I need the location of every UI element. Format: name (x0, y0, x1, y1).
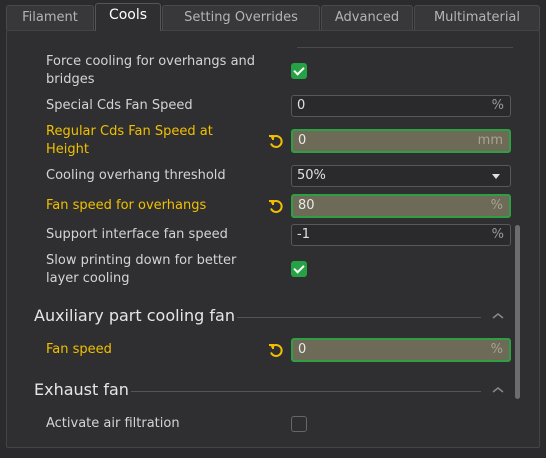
reset-icon[interactable] (267, 132, 285, 150)
fan-speed-overhangs-input[interactable]: 80 % (291, 194, 511, 218)
tab-cools[interactable]: Cools (95, 3, 161, 31)
aux-fan-speed-input[interactable]: 0 % (291, 338, 511, 362)
support-interface-value: -1 (297, 227, 310, 242)
settings-panel: Force cooling for overhangs and bridges … (6, 30, 540, 448)
fan-speed-overhangs-unit: % (490, 198, 503, 213)
special-cds-value: 0 (297, 98, 306, 113)
overhang-threshold-value: 50% (297, 168, 326, 183)
regular-cds-value: 0 (298, 133, 307, 148)
section-divider (237, 317, 481, 318)
divider (297, 47, 513, 48)
aux-fan-speed-value: 0 (298, 342, 307, 357)
support-interface-label: Support interface fan speed (46, 227, 228, 242)
regular-cds-label-line1: Regular Cds Fan Speed at (46, 124, 213, 139)
support-interface-unit: % (491, 227, 504, 242)
regular-cds-input[interactable]: 0 mm (291, 129, 511, 153)
special-cds-unit: % (491, 98, 504, 113)
aux-fan-section-title: Auxiliary part cooling fan (34, 306, 235, 325)
regular-cds-label-line2: Height (46, 142, 89, 157)
regular-cds-label: Regular Cds Fan Speed at Height (46, 123, 213, 159)
tab-filament[interactable]: Filament (6, 5, 94, 30)
tab-multimaterial[interactable]: Multimaterial (414, 5, 540, 30)
force-cooling-checkbox[interactable] (291, 63, 307, 79)
regular-cds-unit: mm (477, 133, 503, 148)
tab-advanced[interactable]: Advanced (321, 5, 413, 30)
slow-printing-checkbox[interactable] (291, 261, 307, 277)
section-divider (131, 391, 481, 392)
aux-fan-speed-label: Fan speed (46, 342, 112, 357)
special-cds-label: Special Cds Fan Speed (46, 98, 193, 113)
chevron-down-icon (492, 174, 500, 179)
reset-icon[interactable] (267, 197, 285, 215)
air-filtration-label: Activate air filtration (46, 416, 180, 431)
aux-fan-speed-unit: % (490, 342, 503, 357)
fan-speed-overhangs-value: 80 (298, 198, 315, 213)
reset-icon[interactable] (267, 341, 285, 359)
slow-printing-label-line1: Slow printing down for better (46, 253, 237, 268)
tab-bar: Filament Cools Setting Overrides Advance… (0, 0, 546, 31)
overhang-threshold-select[interactable]: 50% (291, 165, 511, 187)
force-cooling-label-line2: bridges (46, 72, 95, 87)
exhaust-fan-section-title: Exhaust fan (34, 380, 129, 399)
force-cooling-label-line1: Force cooling for overhangs and (46, 54, 256, 69)
chevron-up-icon[interactable] (491, 385, 505, 395)
scrollbar[interactable] (515, 225, 520, 399)
overhang-threshold-label: Cooling overhang threshold (46, 168, 226, 183)
fan-speed-overhangs-label: Fan speed for overhangs (46, 198, 207, 213)
slow-printing-label-line2: layer cooling (46, 271, 130, 286)
air-filtration-checkbox[interactable] (291, 416, 307, 432)
slow-printing-label: Slow printing down for better layer cool… (46, 252, 236, 288)
tab-setting-overrides[interactable]: Setting Overrides (162, 5, 320, 30)
special-cds-input[interactable]: 0 % (291, 95, 511, 117)
force-cooling-label: Force cooling for overhangs and bridges (46, 53, 255, 89)
support-interface-input[interactable]: -1 % (291, 224, 511, 246)
chevron-up-icon[interactable] (491, 311, 505, 321)
